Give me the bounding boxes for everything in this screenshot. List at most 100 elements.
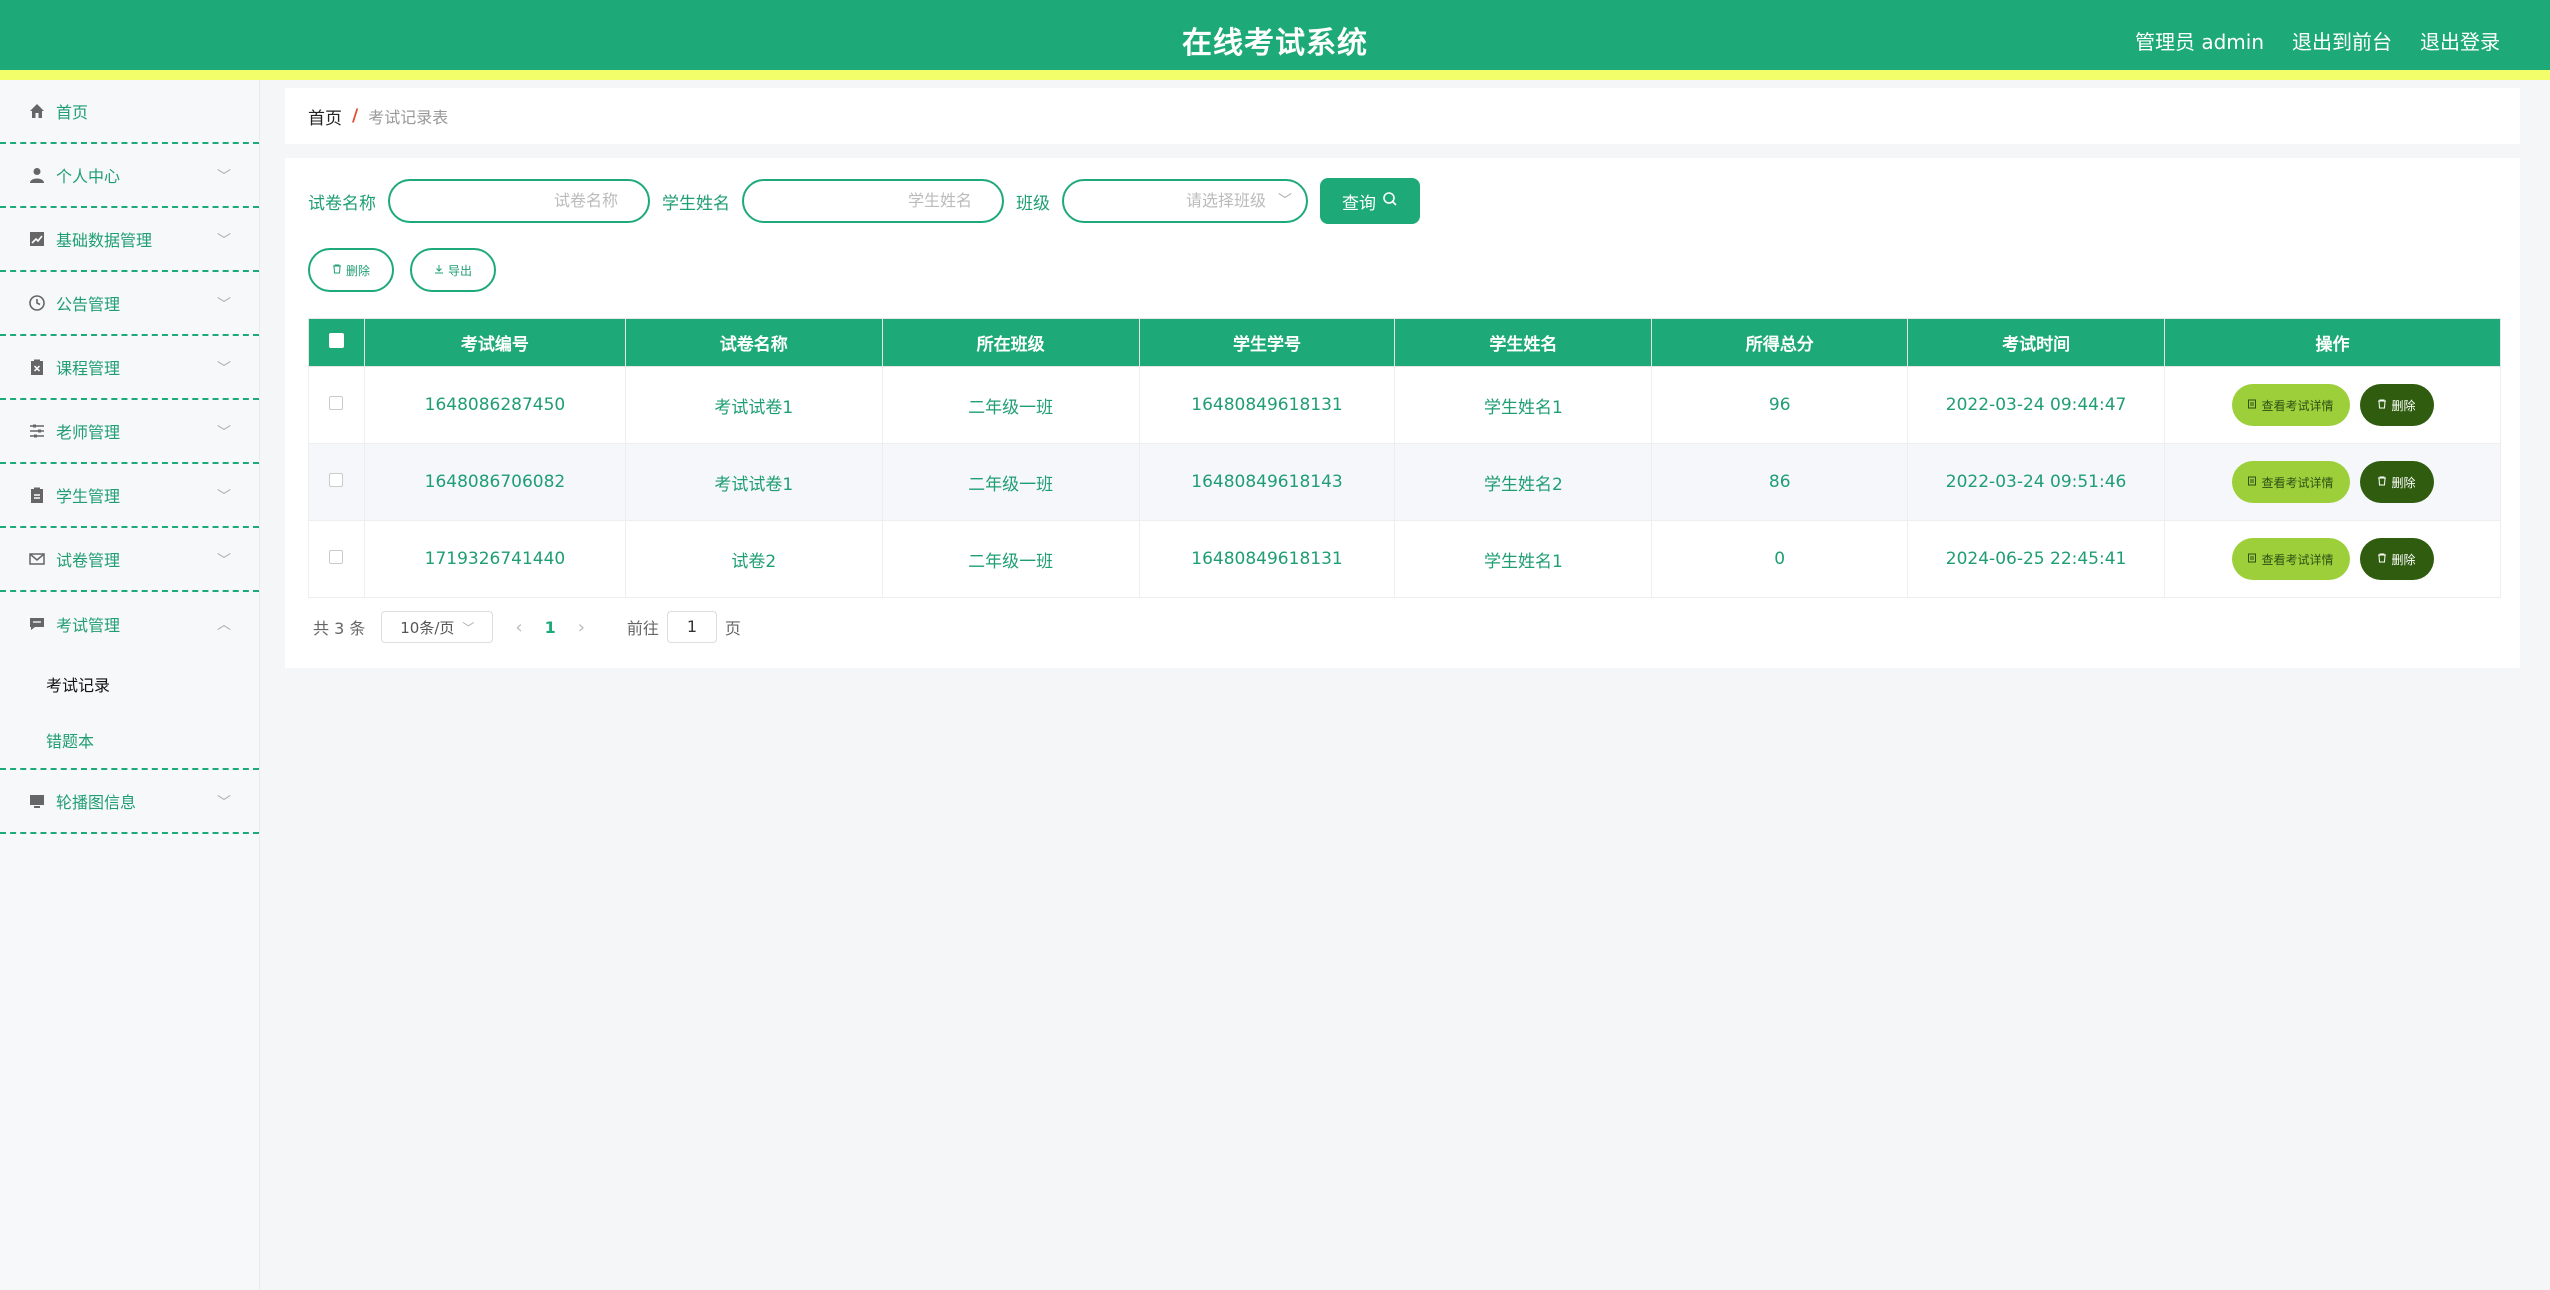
cell-operations: 查看考试详情 删除 (2164, 520, 2501, 598)
sidebar-item-notice[interactable]: 公告管理 ﹀ (0, 272, 259, 336)
sidebar-item-label: 个人中心 (56, 167, 121, 186)
goto-suffix: 页 (724, 619, 741, 638)
chevron-down-icon: ﹀ (217, 233, 231, 249)
sidebar-item-personal-center[interactable]: 个人中心 ﹀ (0, 144, 259, 208)
sidebar-item-home[interactable]: 首页 (0, 80, 259, 144)
view-detail-button[interactable]: 查看考试详情 (2231, 384, 2350, 426)
clock-icon (28, 294, 46, 312)
delete-row-label: 删除 (2391, 552, 2416, 567)
paper-name-input[interactable]: 试卷名称 (388, 179, 650, 223)
query-button[interactable]: 查询 (1320, 178, 1420, 224)
breadcrumb-current: 考试记录表 (368, 108, 449, 127)
admin-user-label: 管理员 admin (2134, 30, 2264, 54)
sliders-icon (28, 422, 46, 440)
cell-student-name: 学生姓名1 (1394, 520, 1653, 598)
row-checkbox[interactable] (329, 396, 344, 410)
batch-delete-button[interactable]: 删除 (308, 248, 394, 292)
logout-link[interactable]: 退出登录 (2420, 26, 2500, 55)
cell-student-no: 16480849618131 (1138, 520, 1396, 598)
column-header[interactable]: 考试编号 (363, 318, 626, 367)
cell-paper-name: 考试试卷1 (624, 366, 883, 444)
column-header[interactable]: 所得总分 (1651, 318, 1909, 367)
breadcrumb-home[interactable]: 首页 (308, 104, 342, 129)
top-header: 在线考试系统 管理员 admin 退出到前台 退出登录 (0, 0, 2550, 80)
main-content-card: 试卷名称 试卷名称 学生姓名 学生姓名 班级 请选择班级 ﹀ 查询 删除 导出 (285, 158, 2520, 668)
class-label: 班级 (1016, 193, 1050, 214)
search-form: 试卷名称 试卷名称 学生姓名 学生姓名 班级 请选择班级 ﹀ 查询 (308, 178, 1420, 224)
class-select-placeholder: 请选择班级 (1185, 191, 1266, 210)
column-header[interactable]: 所在班级 (881, 318, 1140, 367)
table-row: 1719326741440 试卷2 二年级一班 16480849618131 学… (308, 520, 2501, 598)
cell-exam-time: 2022-03-24 09:44:47 (1907, 366, 2166, 444)
page-size-select[interactable]: 10条/页 ﹀ (381, 611, 494, 643)
row-checkbox[interactable] (329, 473, 344, 487)
header-links: 管理员 admin 退出到前台 退出登录 (2135, 26, 2500, 55)
class-select[interactable]: 请选择班级 ﹀ (1062, 179, 1308, 223)
chevron-down-icon: ﹀ (217, 297, 231, 313)
column-header[interactable]: 学生学号 (1138, 318, 1396, 367)
cell-score: 86 (1651, 443, 1909, 521)
cell-operations: 查看考试详情 删除 (2164, 443, 2501, 521)
chevron-down-icon: ﹀ (217, 795, 231, 811)
cell-class: 二年级一班 (881, 520, 1140, 598)
sidebar-item-label: 试卷管理 (56, 551, 121, 570)
breadcrumb: 首页 / 考试记录表 (285, 88, 2520, 144)
sidebar-item-exam[interactable]: 考试管理 ︿ (0, 592, 259, 656)
sidebar-item-paper[interactable]: 试卷管理 ﹀ (0, 528, 259, 592)
home-icon (28, 102, 46, 120)
prev-page-icon[interactable]: ‹ (515, 617, 522, 638)
row-checkbox[interactable] (329, 550, 344, 564)
sidebar-item-basic-data[interactable]: 基础数据管理 ﹀ (0, 208, 259, 272)
chevron-down-icon: ﹀ (1278, 193, 1292, 209)
column-header[interactable]: 考试时间 (1907, 318, 2166, 367)
chat-icon (28, 615, 46, 633)
user-icon (28, 166, 46, 184)
pagination: 共 3 条 10条/页 ﹀ ‹ 1 › 前往 1 页 (313, 611, 741, 643)
cell-paper-name: 考试试卷1 (624, 443, 883, 521)
next-page-icon[interactable]: › (578, 617, 585, 638)
delete-row-button[interactable]: 删除 (2359, 538, 2434, 580)
clipboard-x-icon (28, 358, 46, 376)
cell-class: 二年级一班 (881, 366, 1140, 444)
view-detail-label: 查看考试详情 (2261, 552, 2334, 567)
cell-class: 二年级一班 (881, 443, 1140, 521)
sidebar-item-carousel[interactable]: 轮播图信息 ﹀ (0, 770, 259, 834)
cell-exam-id: 1648086706082 (363, 443, 626, 521)
trash-icon (2377, 552, 2387, 566)
mail-icon (28, 550, 46, 568)
table-row: 1648086287450 考试试卷1 二年级一班 16480849618131… (308, 366, 2501, 444)
chevron-down-icon: ﹀ (217, 169, 231, 185)
back-to-front-link[interactable]: 退出到前台 (2292, 26, 2392, 55)
page-number-current[interactable]: 1 (545, 618, 556, 637)
delete-row-button[interactable]: 删除 (2359, 461, 2434, 503)
view-detail-button[interactable]: 查看考试详情 (2231, 538, 2350, 580)
download-icon (434, 263, 444, 277)
sidebar-item-teacher[interactable]: 老师管理 ﹀ (0, 400, 259, 464)
delete-row-label: 删除 (2391, 398, 2416, 413)
student-name-input[interactable]: 学生姓名 (742, 179, 1004, 223)
sidebar-item-label: 基础数据管理 (56, 231, 153, 250)
column-header: 操作 (2164, 318, 2501, 367)
view-detail-button[interactable]: 查看考试详情 (2231, 461, 2350, 503)
row-select-cell (308, 443, 365, 521)
document-icon (2247, 398, 2257, 412)
sidebar-item-student[interactable]: 学生管理 ﹀ (0, 464, 259, 528)
row-select-cell (308, 520, 365, 598)
column-header[interactable]: 试卷名称 (624, 318, 883, 367)
view-detail-label: 查看考试详情 (2261, 398, 2334, 413)
delete-row-button[interactable]: 删除 (2359, 384, 2434, 426)
sidebar-item-label: 学生管理 (56, 487, 121, 506)
table-row: 1648086706082 考试试卷1 二年级一班 16480849618143… (308, 443, 2501, 521)
submenu-item-exam-record[interactable]: 考试记录 (0, 656, 259, 712)
monitor-icon (28, 792, 46, 810)
cell-score: 0 (1651, 520, 1909, 598)
column-header[interactable]: 学生姓名 (1394, 318, 1653, 367)
sidebar-item-course[interactable]: 课程管理 ﹀ (0, 336, 259, 400)
select-all-checkbox[interactable] (328, 332, 344, 348)
cell-score: 96 (1651, 366, 1909, 444)
goto-page-input[interactable]: 1 (666, 611, 717, 643)
exam-submenu: 考试记录 错题本 (0, 656, 259, 770)
submenu-item-wrong-book[interactable]: 错题本 (0, 712, 259, 768)
export-button[interactable]: 导出 (410, 248, 496, 292)
select-all-cell (308, 318, 365, 367)
